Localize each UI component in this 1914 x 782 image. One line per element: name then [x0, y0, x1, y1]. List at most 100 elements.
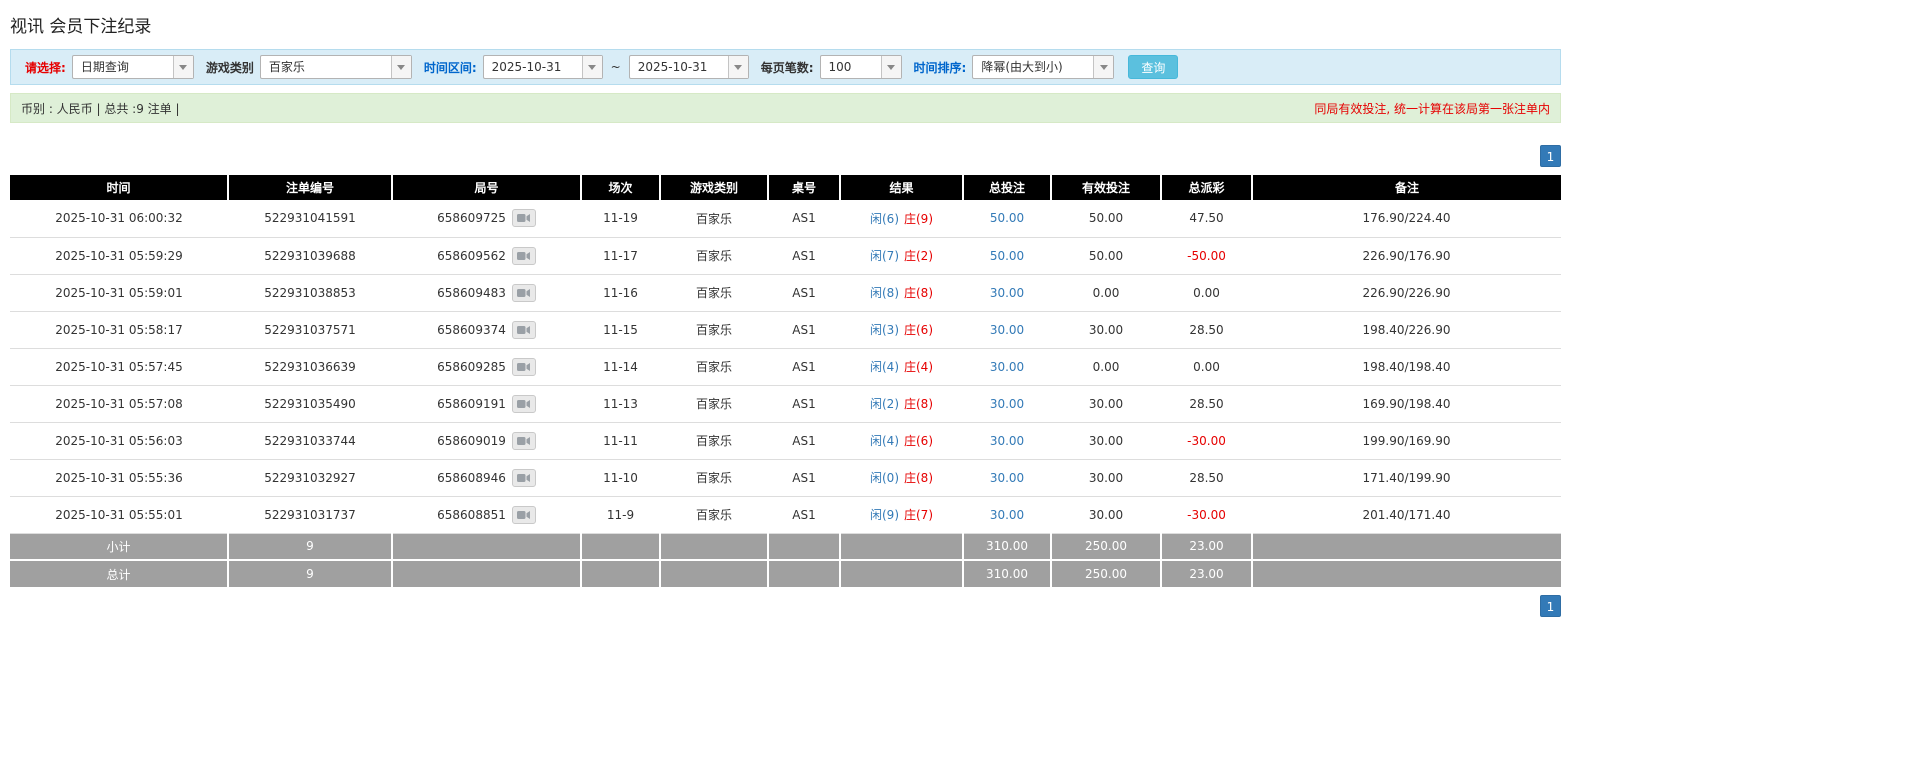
currency-summary: 币别 : 人民币 | 总共 :9 注单 |	[21, 101, 180, 116]
total-bet-link[interactable]: 30.00	[990, 397, 1024, 411]
round-id: 658609285	[437, 359, 506, 374]
total-payout: 23.00	[1161, 560, 1253, 587]
valid-bet-cell: 50.00	[1051, 237, 1161, 275]
sort-order-select[interactable]: 降幂(由大到小)	[972, 55, 1115, 79]
total-count: 9	[228, 560, 393, 587]
search-button[interactable]: 查询	[1128, 55, 1179, 79]
valid-bet-cell: 0.00	[1051, 348, 1161, 386]
chevron-down-icon[interactable]	[1093, 56, 1114, 78]
session-cell: 11-17	[581, 237, 660, 275]
time-cell: 2025-10-31 05:57:45	[10, 348, 228, 386]
chevron-down-icon[interactable]	[880, 56, 901, 78]
round-cell: 658608946	[392, 459, 581, 497]
date-query-select[interactable]: 日期查询	[71, 55, 194, 79]
video-camera-icon[interactable]	[511, 394, 536, 413]
game-type-cell: 百家乐	[660, 459, 768, 497]
payout-cell: -30.00	[1161, 496, 1252, 534]
column-header: 总投注	[963, 175, 1052, 200]
payout-cell: -30.00	[1161, 422, 1252, 460]
date-from-value: 2025-10-31	[491, 60, 562, 74]
total-bet-link[interactable]: 50.00	[990, 249, 1024, 263]
column-header: 游戏类别	[660, 175, 769, 200]
video-camera-icon[interactable]	[511, 431, 536, 450]
table-row: 2025-10-31 06:00:32 522931041591 6586097…	[10, 200, 1561, 238]
chevron-down-icon[interactable]	[727, 56, 748, 78]
session-cell: 11-19	[581, 200, 660, 238]
total-bet-link[interactable]: 30.00	[990, 471, 1024, 485]
total-bet-link[interactable]: 50.00	[990, 211, 1024, 225]
note-cell: 199.90/169.90	[1252, 422, 1561, 460]
table-header-row: 时间 注单编号 局号 场次 游戏类别 桌号 结果 总投注 有效投注 总派彩 备注	[10, 175, 1561, 200]
result-banker: 庄(8)	[904, 471, 933, 485]
round-cell: 658609562	[392, 237, 581, 275]
chevron-down-icon[interactable]	[581, 56, 602, 78]
round-id: 658608946	[437, 470, 506, 485]
note-cell: 171.40/199.90	[1252, 459, 1561, 497]
info-bar: 币别 : 人民币 | 总共 :9 注单 | 同局有效投注, 统一计算在该局第一张…	[10, 93, 1561, 123]
result-cell: 闲(9) 庄(7)	[840, 496, 963, 534]
date-to-select[interactable]: 2025-10-31	[628, 55, 749, 79]
session-cell: 11-10	[581, 459, 660, 497]
chevron-down-icon[interactable]	[172, 56, 193, 78]
time-cell: 2025-10-31 06:00:32	[10, 200, 228, 238]
total-bet-link[interactable]: 30.00	[990, 508, 1024, 522]
payout-cell: 47.50	[1161, 200, 1252, 238]
table-number-cell: AS1	[768, 200, 840, 238]
subtotal-payout: 23.00	[1161, 533, 1253, 561]
filter-bar: 请选择: 日期查询 游戏类别 百家乐 时间区间: 2025-10-31 ~ 20…	[10, 49, 1561, 85]
video-camera-icon[interactable]	[511, 209, 536, 228]
result-banker: 庄(2)	[904, 249, 933, 263]
table-row: 2025-10-31 05:56:03 522931033744 6586090…	[10, 422, 1561, 460]
game-type-select[interactable]: 百家乐	[259, 55, 412, 79]
table-row: 2025-10-31 05:55:36 522931032927 6586089…	[10, 459, 1561, 497]
valid-bet-cell: 30.00	[1051, 459, 1161, 497]
total-bet-link[interactable]: 30.00	[990, 434, 1024, 448]
payout-cell: 0.00	[1161, 274, 1252, 312]
note-cell: 176.90/224.40	[1252, 200, 1561, 238]
round-cell: 658609374	[392, 311, 581, 349]
session-cell: 11-15	[581, 311, 660, 349]
game-type-cell: 百家乐	[660, 274, 768, 312]
valid-bet-cell: 30.00	[1051, 422, 1161, 460]
bet-id-cell: 522931039688	[228, 237, 392, 275]
video-camera-icon[interactable]	[511, 468, 536, 487]
result-cell: 闲(6) 庄(9)	[840, 200, 963, 238]
table-row: 2025-10-31 05:57:08 522931035490 6586091…	[10, 385, 1561, 423]
result-player: 闲(3)	[870, 323, 899, 337]
result-player: 闲(0)	[870, 471, 899, 485]
note-cell: 226.90/226.90	[1252, 274, 1561, 312]
round-id: 658609483	[437, 285, 506, 300]
result-banker: 庄(8)	[904, 397, 933, 411]
time-cell: 2025-10-31 05:57:08	[10, 385, 228, 423]
video-camera-icon[interactable]	[511, 357, 536, 376]
date-from-select[interactable]: 2025-10-31	[482, 55, 603, 79]
video-camera-icon[interactable]	[511, 283, 536, 302]
page-button[interactable]: 1	[1540, 145, 1561, 167]
column-header: 局号	[392, 175, 582, 200]
date-to-value: 2025-10-31	[637, 60, 708, 74]
round-cell: 658609019	[392, 422, 581, 460]
note-cell: 201.40/171.40	[1252, 496, 1561, 534]
total-bet-link[interactable]: 30.00	[990, 360, 1024, 374]
note-cell: 198.40/198.40	[1252, 348, 1561, 386]
total-bet-link[interactable]: 30.00	[990, 323, 1024, 337]
chevron-down-icon[interactable]	[390, 56, 411, 78]
result-player: 闲(6)	[870, 211, 899, 226]
result-banker: 庄(8)	[904, 286, 933, 300]
page-size-select[interactable]: 100	[819, 55, 902, 79]
video-camera-icon[interactable]	[511, 246, 536, 265]
total-bet-link[interactable]: 30.00	[990, 286, 1024, 300]
result-player: 闲(4)	[870, 434, 899, 448]
bet-id-cell: 522931035490	[228, 385, 392, 423]
bet-id-cell: 522931032927	[228, 459, 392, 497]
note-cell: 169.90/198.40	[1252, 385, 1561, 423]
pagination-bottom: 1	[10, 595, 1561, 617]
note-cell: 198.40/226.90	[1252, 311, 1561, 349]
payout-cell: -50.00	[1161, 237, 1252, 275]
bet-id-cell: 522931033744	[228, 422, 392, 460]
video-camera-icon[interactable]	[511, 505, 536, 524]
page-button[interactable]: 1	[1540, 595, 1561, 617]
video-camera-icon[interactable]	[511, 320, 536, 339]
round-cell: 658609725	[392, 200, 581, 238]
page-content: 视讯 会员下注纪录 请选择: 日期查询 游戏类别 百家乐 时间区间: 2025-…	[10, 12, 1561, 617]
